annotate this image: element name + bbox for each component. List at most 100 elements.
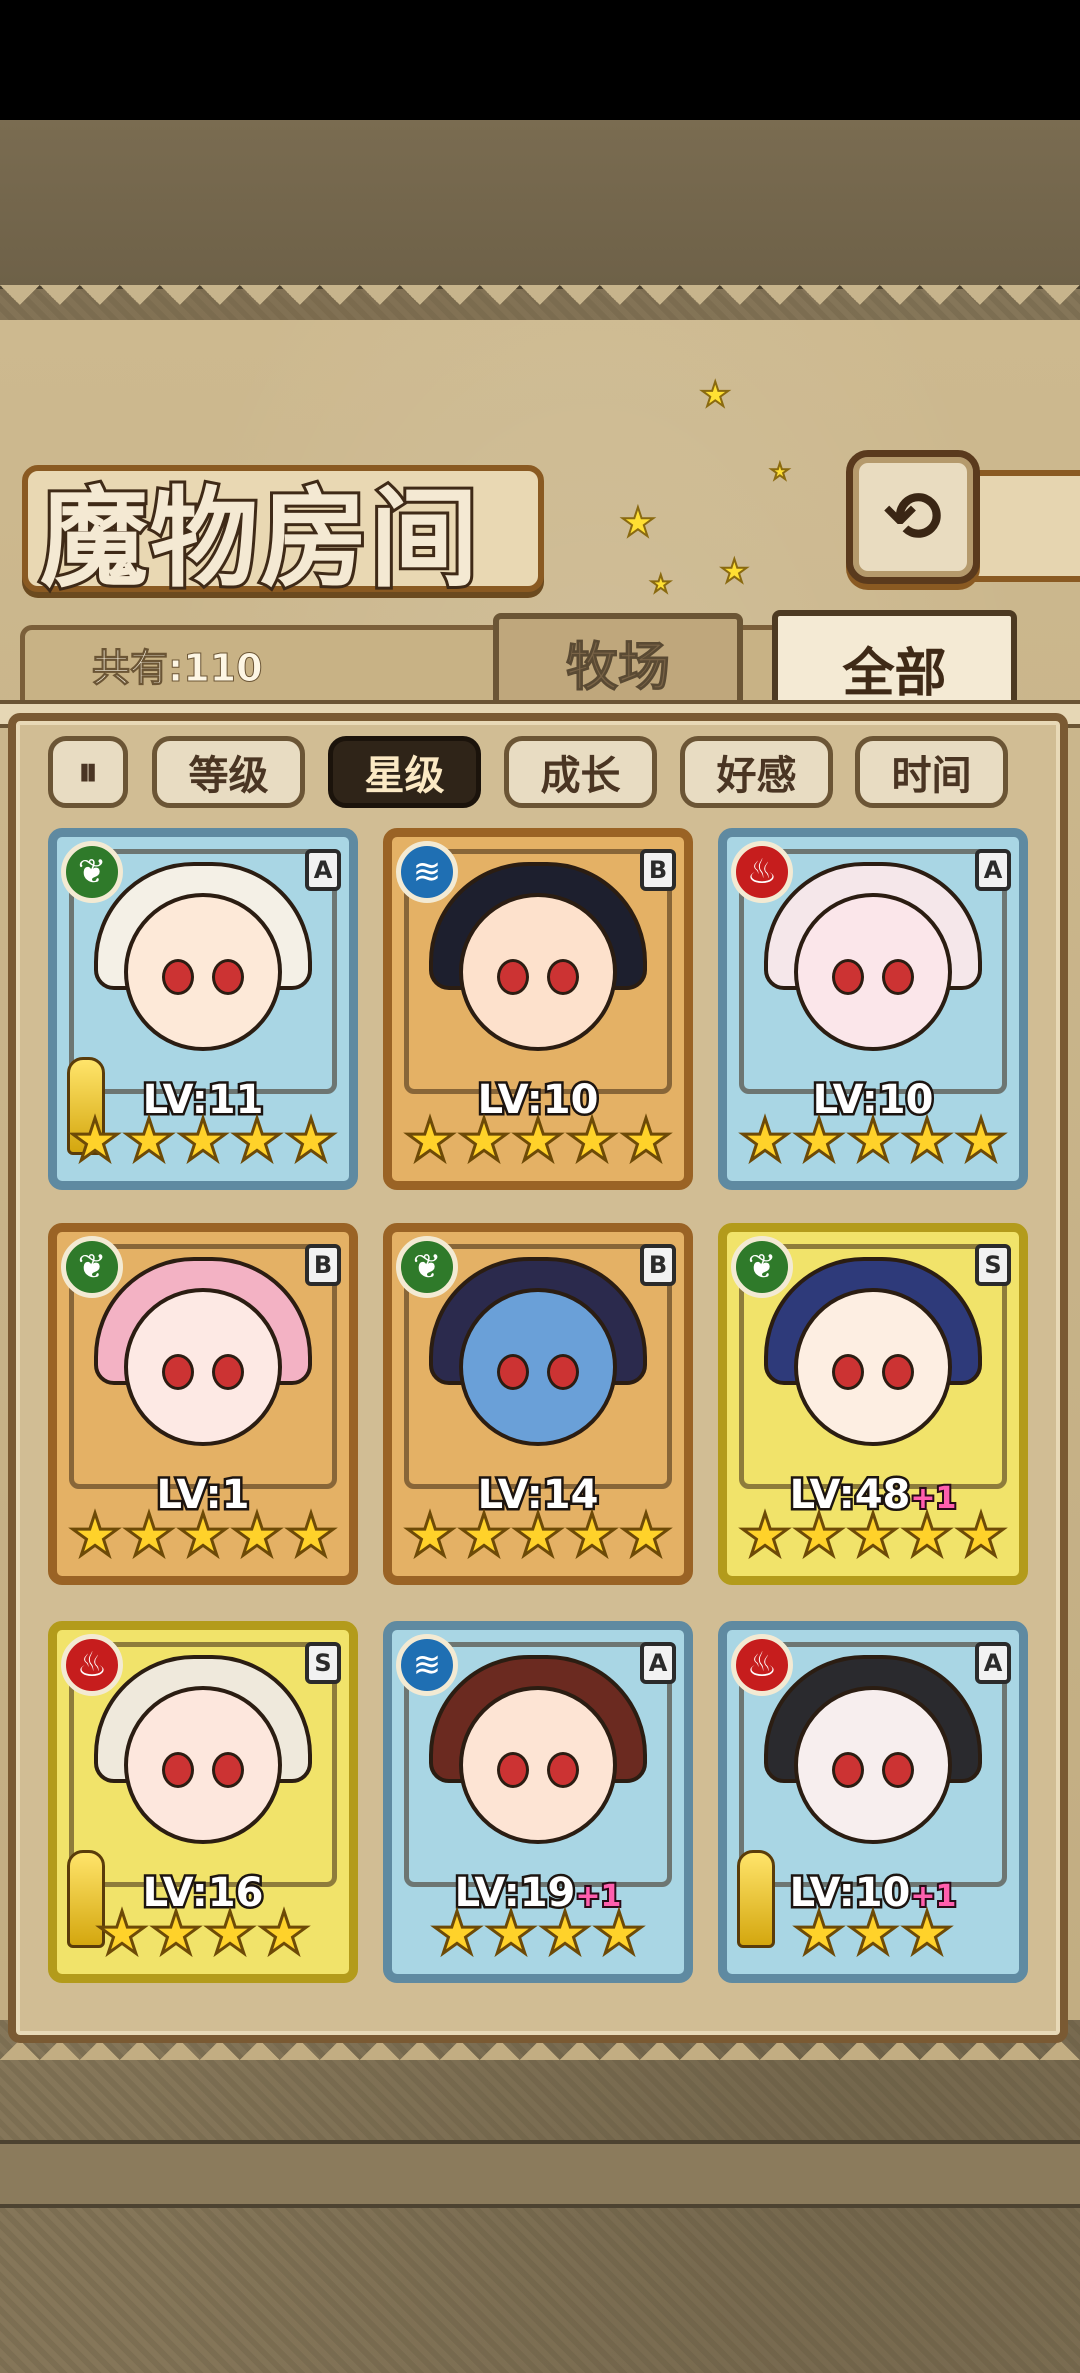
water-element-icon: ≋ (396, 1634, 458, 1696)
star-icon: ★ (592, 1899, 647, 1967)
star-icon: ★ (846, 1501, 901, 1569)
back-button[interactable]: ⟲ (846, 450, 980, 584)
sparkle-star-icon: ★ (649, 569, 672, 599)
sort-star-button[interactable]: 星级 (328, 736, 481, 808)
star-icon: ★ (900, 1899, 955, 1967)
sparkle-star-icon: ★ (719, 551, 750, 591)
star-icon: ★ (403, 1106, 458, 1174)
torn-paper-edge-top (0, 285, 1080, 325)
sort-level-button[interactable]: 等级 (152, 736, 305, 808)
star-icon: ★ (619, 1501, 674, 1569)
monster-count: 共有:110 (92, 646, 264, 691)
star-icon: ★ (284, 1106, 339, 1174)
star-icon: ★ (954, 1106, 1009, 1174)
tab-ranch[interactable]: 牧场 (493, 613, 743, 705)
star-icon: ★ (511, 1106, 566, 1174)
star-icon: ★ (792, 1899, 847, 1967)
leaf-element-icon: ❦ (731, 1236, 793, 1298)
sort-growth-button[interactable]: 成长 (504, 736, 657, 808)
star-icon: ★ (565, 1501, 620, 1569)
leaf-element-icon: ❦ (396, 1236, 458, 1298)
leaf-element-icon: ❦ (61, 1236, 123, 1298)
star-icon: ★ (738, 1106, 793, 1174)
star-icon: ★ (95, 1899, 150, 1967)
rank-badge: A (305, 849, 341, 891)
sparkle-star-icon: ★ (769, 459, 791, 486)
star-rating: ★ ★ ★ ★ ★ (65, 1501, 341, 1569)
sort-time-button[interactable]: 时间 (855, 736, 1008, 808)
rank-badge: S (305, 1642, 341, 1684)
star-icon: ★ (122, 1501, 177, 1569)
star-rating: ★ ★ ★ ★ ★ (65, 1106, 341, 1174)
monster-card[interactable]: ≋ A LV:19+1 ★ ★ ★ ★ (383, 1621, 693, 1983)
monster-card[interactable]: ≋ B LV:10 ★ ★ ★ ★ ★ (383, 828, 693, 1190)
star-icon: ★ (792, 1501, 847, 1569)
star-icon: ★ (846, 1106, 901, 1174)
sort-affection-button[interactable]: 好感 (680, 736, 833, 808)
fire-element-icon: ♨ (61, 1634, 123, 1696)
water-element-icon: ≋ (396, 841, 458, 903)
portrait-face (124, 1287, 282, 1446)
star-icon: ★ (122, 1106, 177, 1174)
star-icon: ★ (738, 1501, 793, 1569)
fire-element-icon: ♨ (731, 1634, 793, 1696)
fire-element-icon: ♨ (731, 841, 793, 903)
star-icon: ★ (68, 1501, 123, 1569)
star-icon: ★ (230, 1106, 285, 1174)
star-icon: ★ (619, 1106, 674, 1174)
rank-badge: B (640, 1244, 676, 1286)
rank-badge: A (975, 849, 1011, 891)
rank-badge: A (640, 1642, 676, 1684)
star-icon: ★ (176, 1106, 231, 1174)
star-icon: ★ (403, 1501, 458, 1569)
portrait-face (124, 892, 282, 1051)
star-rating: ★ ★ ★ ★ ★ (400, 1501, 676, 1569)
map-footer-band (0, 2140, 1080, 2208)
monster-card[interactable]: ♨ A LV:10 ★ ★ ★ ★ ★ (718, 828, 1028, 1190)
star-icon: ★ (565, 1106, 620, 1174)
monster-card[interactable]: ♨ S LV:16 ★ ★ ★ ★ (48, 1621, 358, 1983)
star-icon: ★ (538, 1899, 593, 1967)
star-icon: ★ (284, 1501, 339, 1569)
sparkle-star-icon: ★ (699, 374, 732, 416)
portrait-face (459, 1287, 617, 1446)
monster-card[interactable]: ♨ A LV:10+1 ★ ★ ★ (718, 1621, 1028, 1983)
star-rating: ★ ★ ★ ★ ★ (400, 1106, 676, 1174)
star-icon: ★ (846, 1899, 901, 1967)
star-rating: ★ ★ ★ ★ ★ (735, 1106, 1011, 1174)
portrait-face (794, 1287, 952, 1446)
map-header-band (0, 120, 1080, 289)
star-icon: ★ (954, 1501, 1009, 1569)
portrait-face (794, 1685, 952, 1844)
star-icon: ★ (457, 1106, 512, 1174)
star-icon: ★ (149, 1899, 204, 1967)
rank-badge: B (305, 1244, 341, 1286)
portrait-face (459, 1685, 617, 1844)
rank-badge: S (975, 1244, 1011, 1286)
portrait-face (794, 892, 952, 1051)
rank-badge: A (975, 1642, 1011, 1684)
leaf-element-icon: ❦ (61, 841, 123, 903)
star-icon: ★ (511, 1501, 566, 1569)
star-icon: ★ (457, 1501, 512, 1569)
portrait-face (124, 1685, 282, 1844)
rank-badge: B (640, 849, 676, 891)
star-rating: ★ ★ ★ ★ (400, 1899, 676, 1967)
star-icon: ★ (484, 1899, 539, 1967)
portrait-face (459, 892, 617, 1051)
monster-card[interactable]: ❦ A LV:11 ★ ★ ★ ★ ★ (48, 828, 358, 1190)
star-icon: ★ (230, 1501, 285, 1569)
star-rating: ★ ★ ★ ★ ★ (735, 1501, 1011, 1569)
page-title: 魔物房间 (37, 474, 481, 605)
monster-card[interactable]: ❦ B LV:1 ★ ★ ★ ★ ★ (48, 1223, 358, 1585)
star-icon: ★ (176, 1501, 231, 1569)
star-icon: ★ (257, 1899, 312, 1967)
star-icon: ★ (68, 1106, 123, 1174)
star-rating: ★ ★ ★ (735, 1899, 1011, 1967)
monster-card[interactable]: ❦ S LV:48+1 ★ ★ ★ ★ ★ (718, 1223, 1028, 1585)
pause-icon: ⏸ (78, 749, 98, 795)
sparkle-star-icon: ★ (619, 499, 657, 547)
monster-card[interactable]: ❦ B LV:14 ★ ★ ★ ★ ★ (383, 1223, 693, 1585)
star-rating: ★ ★ ★ ★ (65, 1899, 341, 1967)
sort-toggle-button[interactable]: ⏸ (48, 736, 128, 808)
